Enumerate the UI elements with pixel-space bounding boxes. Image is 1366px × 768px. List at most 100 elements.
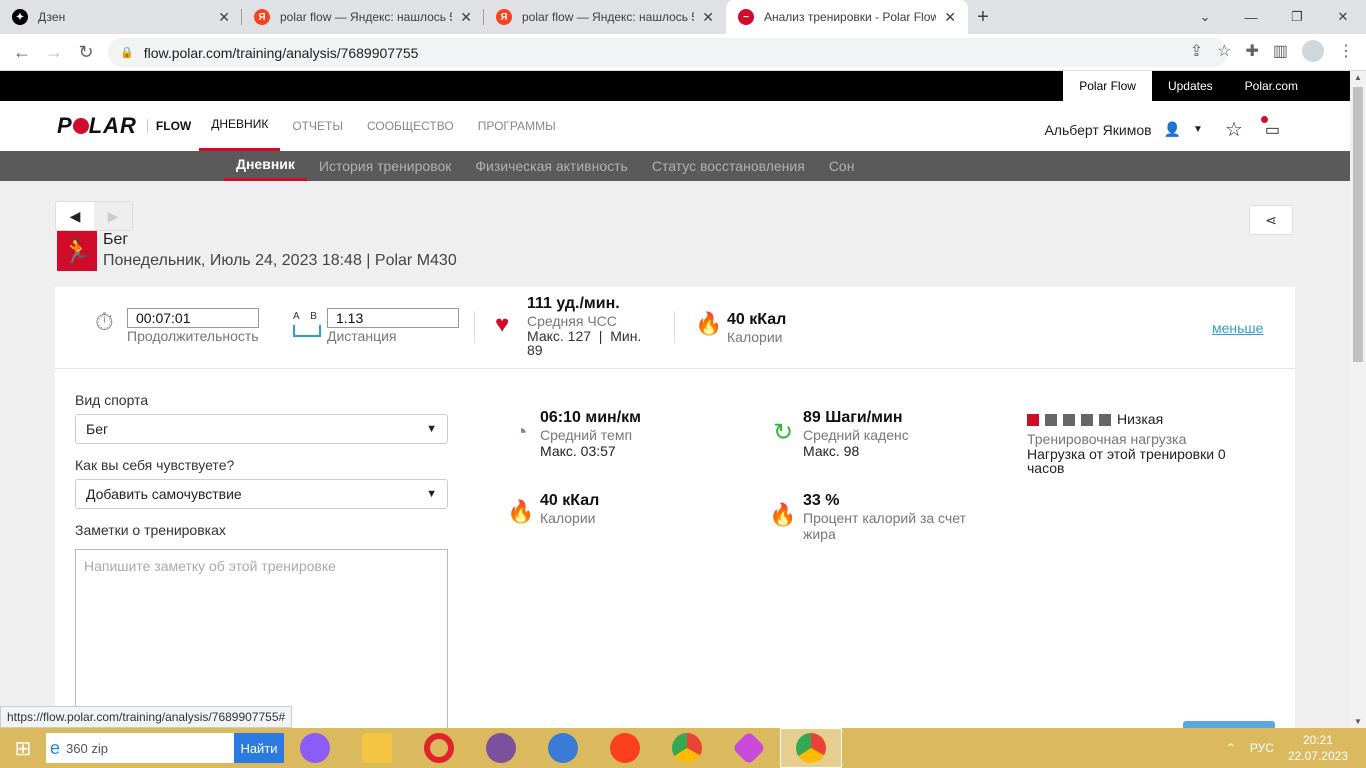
window-controls: ⌄ — ❐ ✕ (1182, 0, 1366, 34)
back-icon[interactable]: ← (6, 42, 38, 63)
load-level: Низкая (1117, 411, 1164, 427)
subnav-diary[interactable]: Дневник (224, 151, 307, 181)
share-icon: ⋖ (1265, 211, 1277, 228)
taskbar-search-input[interactable]: e 360 zip (46, 733, 234, 763)
polar-logo[interactable]: P LAR (57, 113, 137, 139)
duration-field[interactable]: 00:07:01 (127, 308, 259, 328)
tray-chevron-icon[interactable]: ⌃ (1226, 741, 1236, 755)
save-button[interactable] (1183, 721, 1275, 728)
notifications-icon[interactable]: ▭ (1260, 115, 1280, 140)
feeling-select[interactable]: Добавить самочувствие ▼ (75, 479, 448, 509)
globe-icon[interactable] (532, 728, 594, 768)
menu-dots-icon[interactable]: ⋮ (1338, 41, 1354, 61)
user-name[interactable]: Альберт Якимов (1044, 122, 1151, 138)
scroll-up-icon[interactable]: ▲ (1354, 73, 1362, 82)
url-text: flow.polar.com/training/analysis/7689907… (143, 44, 419, 61)
browser-tab-active[interactable]: − Анализ тренировки - Polar Flow ✕ (726, 0, 968, 34)
hr-block: 111 уд./мин. Средняя ЧСС Макс. 127 | Мин… (527, 295, 657, 357)
subnav-sleep[interactable]: Сон (817, 151, 867, 181)
bookmark-star-icon[interactable]: ☆ (1217, 41, 1231, 61)
side-panel-icon[interactable]: ▥ (1273, 41, 1288, 61)
sport-label: Вид спорта (75, 392, 149, 408)
browser-tab[interactable]: ✦ Дзен ✕ (0, 0, 242, 34)
taskbar-search-button[interactable]: Найти (234, 733, 284, 763)
cadence-stat: 89 Шаги/мин Средний каденс Макс. 98 (803, 409, 909, 459)
distance-block: 1.13 Дистанция (327, 308, 459, 344)
nav-community[interactable]: СООБЩЕСТВО (355, 101, 466, 151)
duration-block: 00:07:01 Продолжительность (127, 308, 259, 344)
notes-label: Заметки о тренировках (75, 522, 226, 538)
close-tab-icon[interactable]: ✕ (218, 9, 230, 26)
chevron-down-icon: ▼ (426, 488, 437, 500)
chevron-down-icon: ▼ (426, 423, 437, 435)
browser-tab[interactable]: Я polar flow — Яндекс: нашлось 5 ✕ (484, 0, 726, 34)
link-updates[interactable]: Updates (1152, 71, 1229, 101)
close-tab-icon[interactable]: ✕ (460, 9, 472, 26)
scrollbar-thumb[interactable] (1353, 87, 1363, 362)
browser-tab[interactable]: Я polar flow — Яндекс: нашлось 5 ✕ (242, 0, 484, 34)
pace-label: Средний темп (540, 427, 633, 443)
flame-icon: 🔥 (695, 311, 723, 336)
clock-time: 20:21 (1302, 733, 1333, 747)
link-polar-flow[interactable]: Polar Flow (1063, 71, 1152, 101)
sport-select-value: Бег (86, 421, 109, 437)
prev-training-button[interactable]: ◀ (56, 202, 94, 230)
scroll-down-icon[interactable]: ▼ (1354, 717, 1362, 726)
link-polar-com[interactable]: Polar.com (1229, 71, 1314, 101)
clock[interactable]: 20:21 22.07.2023 (1288, 732, 1348, 764)
notes-textarea[interactable]: Напишите заметку об этой тренировке (75, 549, 448, 728)
training-summary: ⏱ 00:07:01 Продолжительность A B 1.13 Ди… (55, 287, 1295, 369)
clock-date: 22.07.2023 (1287, 749, 1348, 763)
nav-diary[interactable]: ДНЕВНИК (199, 101, 281, 151)
flow-label: FLOW (146, 119, 191, 133)
lock-icon[interactable]: 🔒 (120, 46, 134, 59)
maximize-button[interactable]: ❐ (1274, 9, 1320, 25)
gem-app-icon[interactable] (718, 728, 780, 768)
nav-programs[interactable]: ПРОГРАММЫ (466, 101, 568, 151)
extensions-icon[interactable]: ✚ (1245, 41, 1258, 61)
opera-icon[interactable] (408, 728, 470, 768)
windows-taskbar: ⊞ e 360 zip Найти ⌃ РУС 20:21 22.07.2023 (0, 728, 1366, 768)
tab-search-icon[interactable]: ⌄ (1182, 9, 1228, 25)
distance-field[interactable]: 1.13 (327, 308, 459, 328)
share-page-icon[interactable]: ⇪ (1190, 41, 1203, 61)
profile-avatar[interactable] (1302, 40, 1324, 62)
pace-stat: 06:10 мин/км Средний темп Макс. 03:57 (540, 409, 641, 459)
forward-icon[interactable]: → (38, 42, 70, 63)
new-tab-button[interactable]: + (968, 0, 998, 34)
language-indicator[interactable]: РУС (1250, 741, 1274, 755)
subnav-history[interactable]: История тренировок (307, 151, 463, 181)
nav-reports[interactable]: ОТЧЕТЫ (280, 101, 355, 151)
share-button[interactable]: ⋖ (1249, 205, 1293, 235)
favorites-star-icon[interactable]: ☆ (1225, 117, 1243, 142)
url-field[interactable]: 🔒 flow.polar.com/training/analysis/76899… (108, 38, 1228, 67)
subnav-activity[interactable]: Физическая активность (463, 151, 639, 181)
viber-icon[interactable] (470, 728, 532, 768)
reload-icon[interactable]: ↻ (70, 42, 102, 63)
close-window-button[interactable]: ✕ (1320, 9, 1366, 25)
close-tab-icon[interactable]: ✕ (702, 9, 714, 26)
tab-title: Дзен (38, 10, 66, 24)
calories-block: 40 кКал Калории (727, 311, 786, 345)
next-training-button[interactable]: ▶ (94, 202, 132, 230)
close-tab-icon[interactable]: ✕ (944, 9, 956, 26)
alice-icon[interactable] (284, 728, 346, 768)
user-icon[interactable]: 👤 (1164, 121, 1181, 138)
sport-select[interactable]: Бег ▼ (75, 414, 448, 444)
minimize-button[interactable]: — (1228, 10, 1274, 25)
browser-actions: ⇪ ☆ ✚ ▥ ⋮ (1190, 40, 1354, 62)
dzen-icon: ✦ (12, 9, 28, 25)
chrome-active-icon[interactable] (780, 728, 842, 768)
file-explorer-icon[interactable] (346, 728, 408, 768)
windows-start-icon[interactable]: ⊞ (0, 728, 46, 768)
flame-icon: 🔥 (507, 499, 535, 524)
pace-max: Макс. 03:57 (540, 443, 616, 459)
yandex-browser-icon[interactable] (594, 728, 656, 768)
nav-links: ДНЕВНИК ОТЧЕТЫ СООБЩЕСТВО ПРОГРАММЫ (199, 101, 568, 151)
page-scrollbar[interactable]: ▲ ▼ (1350, 71, 1366, 728)
subnav-recovery[interactable]: Статус восстановления (640, 151, 817, 181)
chrome-icon[interactable] (656, 728, 718, 768)
training-sport: Бег (103, 231, 129, 248)
chevron-down-icon[interactable]: ▼ (1193, 124, 1203, 135)
less-link[interactable]: меньше (1212, 320, 1263, 336)
